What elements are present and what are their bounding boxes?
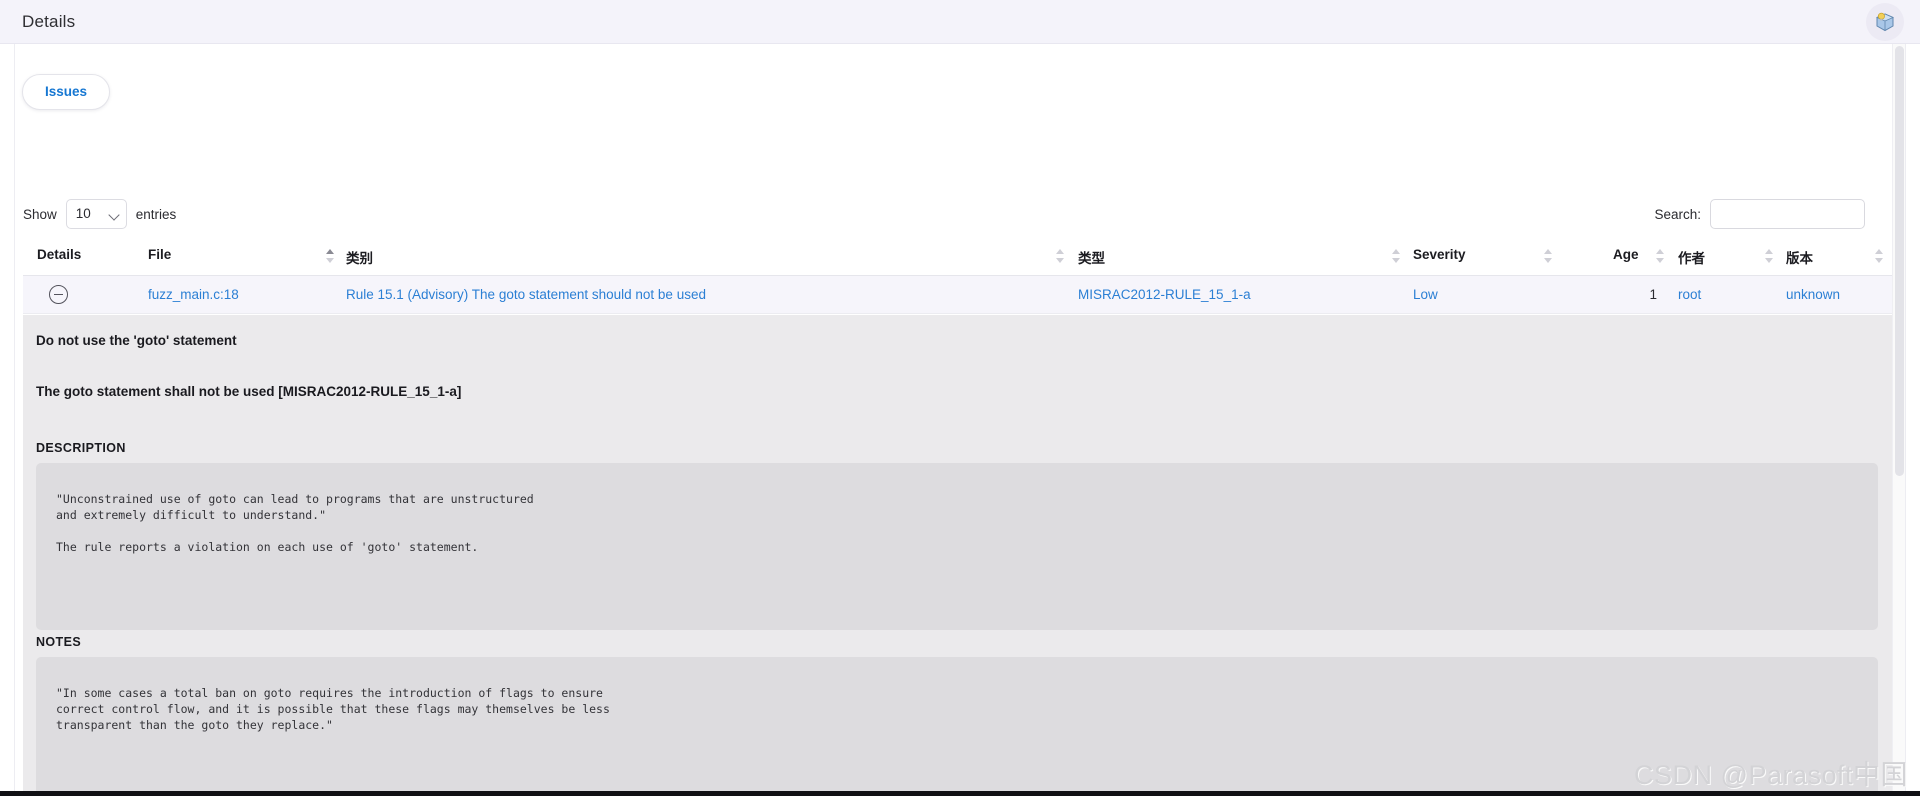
col-header-severity[interactable]: Severity [1413,247,1466,262]
window-titlebar: Details [0,0,1920,44]
detail-rule-statement: The goto statement shall not be used [MI… [36,384,462,399]
cell-severity[interactable]: Low [1413,287,1438,302]
notes-section-label: NOTES [36,635,82,649]
entries-per-page-select[interactable]: 10 [65,199,127,229]
col-header-details[interactable]: Details [37,247,81,262]
entries-label: entries [135,206,177,222]
sort-toggle-age[interactable] [1656,249,1665,265]
sort-toggle-type[interactable] [1392,249,1401,265]
col-header-age[interactable]: Age [1613,247,1639,262]
cell-age: 1 [1649,287,1657,302]
table-header-row: Details File 类别 类型 Severity Age 作者 版本 [23,240,1899,276]
bottom-edge [0,791,1920,796]
cell-type[interactable]: MISRAC2012-RULE_15_1-a [1078,287,1251,302]
parasoft-shield-bulb-logo-icon [1876,12,1894,32]
tab-issues[interactable]: Issues [22,74,111,110]
notes-text: "In some cases a total ban on goto requi… [36,657,1878,796]
page-title: Details [22,12,76,31]
sort-toggle-severity[interactable] [1544,249,1553,265]
collapse-minus-circle-icon[interactable] [49,285,68,304]
cell-version[interactable]: unknown [1786,287,1840,302]
table-controls: Show 10 entries Search: [15,199,1907,233]
col-header-author[interactable]: 作者 [1678,247,1705,267]
show-label: Show [23,206,57,222]
cell-author[interactable]: root [1678,287,1701,302]
search-group: Search: [1654,199,1865,229]
issue-detail-panel: Do not use the 'goto' statement The goto… [23,315,1899,796]
description-text: "Unconstrained use of goto can lead to p… [36,463,1878,630]
sort-toggle-file[interactable] [326,249,335,265]
show-entries-group: Show 10 entries [23,199,176,229]
sort-toggle-category[interactable] [1056,249,1065,265]
page-content-frame: Issues Show 10 entries Search: Details F… [14,44,1906,796]
col-header-file[interactable]: File [148,247,171,262]
page-scrollbar[interactable] [1892,44,1905,796]
col-header-version[interactable]: 版本 [1786,247,1813,267]
entries-per-page-value: 10 [75,206,91,221]
page-scrollbar-thumb[interactable] [1895,46,1904,476]
sort-toggle-version[interactable] [1875,249,1884,265]
cell-category[interactable]: Rule 15.1 (Advisory) The goto statement … [346,287,706,302]
user-avatar-button[interactable] [1866,3,1904,41]
search-input[interactable] [1710,199,1865,229]
page-body: Issues Show 10 entries Search: Details F… [0,44,1920,796]
description-section-label: DESCRIPTION [36,441,126,455]
app-root: Details Issues Show 10 entries Search: D… [0,0,1920,796]
tab-bar: Issues [22,74,111,110]
chevron-down-icon [108,209,120,221]
detail-headline: Do not use the 'goto' statement [36,333,237,348]
table-row[interactable]: fuzz_main.c:18 Rule 15.1 (Advisory) The … [23,276,1899,314]
cell-file[interactable]: fuzz_main.c:18 [148,287,239,302]
issues-table: Details File 类别 类型 Severity Age 作者 版本 fu… [23,240,1899,314]
search-label: Search: [1654,206,1701,222]
col-header-type[interactable]: 类型 [1078,247,1105,267]
sort-toggle-author[interactable] [1765,249,1774,265]
col-header-category[interactable]: 类别 [346,247,373,267]
